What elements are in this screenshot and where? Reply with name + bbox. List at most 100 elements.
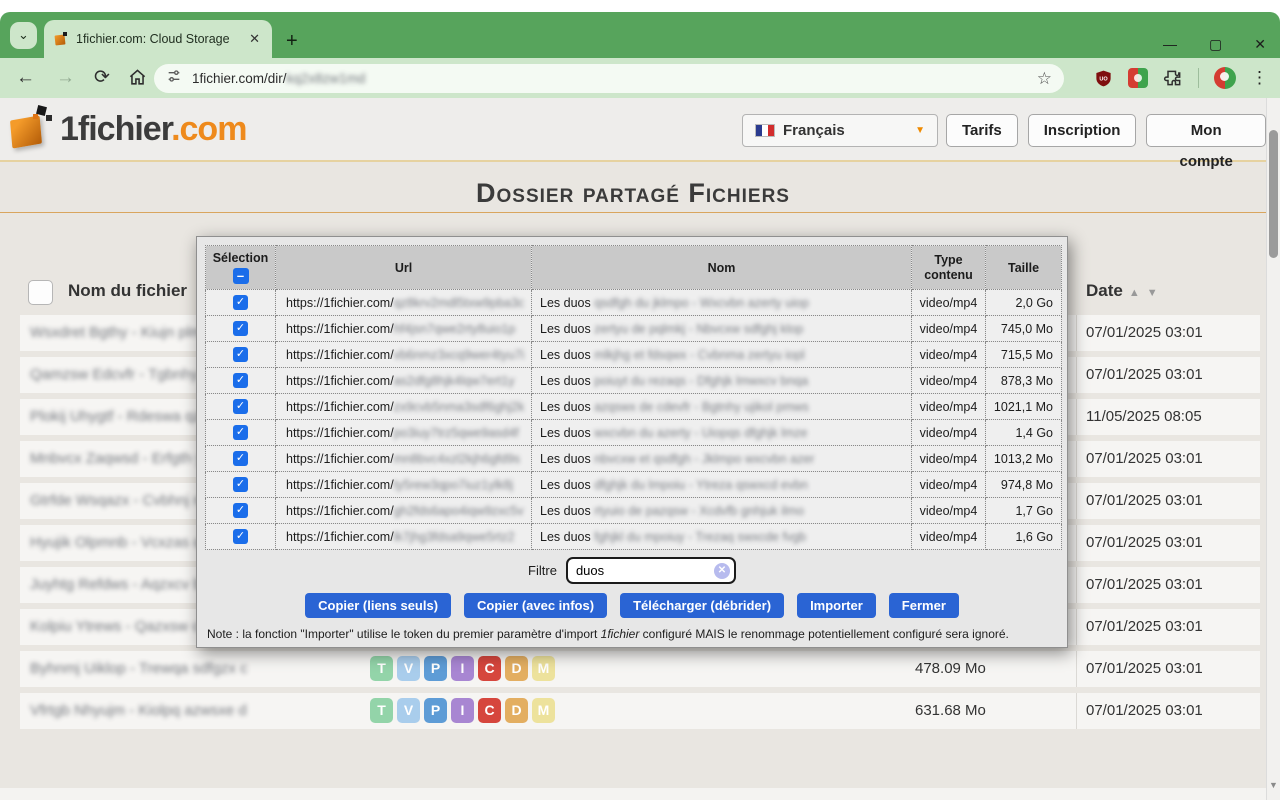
file-badges: TVPICDM [370, 698, 555, 723]
row-url: https://1fichier.com/mn8bvc4xzl2kjh6gfd9… [276, 446, 532, 472]
badge-p-icon[interactable]: P [424, 656, 447, 681]
minimize-button[interactable]: — [1163, 36, 1177, 53]
row-checkbox-checked[interactable]: ✓ [233, 321, 248, 336]
badge-t-icon[interactable]: T [370, 698, 393, 723]
copy-links-only-button[interactable]: Copier (liens seuls) [305, 593, 451, 618]
profile-avatar[interactable] [1214, 67, 1236, 89]
badge-d-icon[interactable]: D [505, 698, 528, 723]
row-content-type: video/mp4 [912, 524, 986, 550]
badge-m-icon[interactable]: M [532, 656, 555, 681]
row-checkbox-checked[interactable]: ✓ [233, 347, 248, 362]
select-all-checkbox[interactable] [28, 280, 53, 305]
language-selector[interactable]: Français ▼ [742, 114, 938, 147]
row-checkbox-checked[interactable]: ✓ [233, 477, 248, 492]
tab-search-chevron-icon[interactable]: ⌄ [10, 22, 37, 49]
badge-t-icon[interactable]: T [370, 656, 393, 681]
modal-table-row: ✓ https://1fichier.com/ty5rew3qpo7iuz1yl… [206, 472, 1062, 498]
row-size: 1,4 Go [986, 420, 1062, 446]
site-favicon-icon [54, 32, 68, 46]
bookmark-star-icon[interactable]: ☆ [1037, 69, 1052, 89]
select-all-indeterminate-checkbox[interactable]: – [233, 268, 249, 284]
type-column-header: Type contenu [912, 246, 986, 290]
header-nav: Tarifs Inscription Mon compte [946, 114, 1266, 147]
new-tab-button[interactable]: + [286, 30, 298, 53]
taille-column-header: Taille [986, 246, 1062, 290]
row-checkbox-checked[interactable]: ✓ [233, 503, 248, 518]
url-bar[interactable]: 1fichier.com/dir/kq2x8zw1md ☆ [154, 64, 1064, 93]
scrollbar-down-icon[interactable]: ▼ [1269, 780, 1278, 790]
home-icon[interactable] [128, 68, 147, 94]
mon-compte-button[interactable]: Mon compte [1146, 114, 1266, 147]
close-button[interactable]: ✕ [1254, 36, 1266, 53]
menu-dots-icon[interactable]: ⋮ [1251, 68, 1268, 88]
row-content-type: video/mp4 [912, 498, 986, 524]
file-row[interactable]: Vfrtgb Nhyujm - Kiolpq azwsxe d TVPICDM … [20, 693, 1260, 729]
row-checkbox-checked[interactable]: ✓ [233, 529, 248, 544]
modal-table-row: ✓ https://1fichier.com/vb6nmz3xcq9wer4ty… [206, 342, 1062, 368]
badge-p-icon[interactable]: P [424, 698, 447, 723]
filter-label: Filtre [528, 563, 557, 578]
row-checkbox-checked[interactable]: ✓ [233, 399, 248, 414]
tab-close-icon[interactable]: ✕ [247, 31, 262, 47]
filter-row: Filtre ✕ [197, 557, 1067, 584]
brand-tld: .com [171, 110, 246, 148]
badge-v-icon[interactable]: V [397, 698, 420, 723]
logo-cube-icon [8, 104, 54, 154]
file-date: 07/01/2025 03:01 [1086, 534, 1203, 551]
filter-input[interactable] [566, 557, 736, 584]
badge-i-icon[interactable]: I [451, 698, 474, 723]
row-checkbox-checked[interactable]: ✓ [233, 425, 248, 440]
clear-filter-icon[interactable]: ✕ [714, 563, 730, 579]
scrollbar-thumb[interactable] [1269, 130, 1278, 258]
tarifs-button[interactable]: Tarifs [946, 114, 1018, 147]
url-redacted: kq2x8zw1md [287, 71, 366, 86]
row-name: Les duos wxcvbn du azerty - Uiopqs dfghj… [532, 420, 912, 446]
row-content-type: video/mp4 [912, 472, 986, 498]
row-checkbox-checked[interactable]: ✓ [233, 451, 248, 466]
row-url: https://1fichier.com/vb6nmz3xcq9wer4tyu7… [276, 342, 532, 368]
inscription-button[interactable]: Inscription [1028, 114, 1137, 147]
modal-table-row: ✓ https://1fichier.com/hf4jsn7qwe2rty8ui… [206, 316, 1062, 342]
import-button[interactable]: Importer [797, 593, 876, 618]
active-tab[interactable]: 1fichier.com: Cloud Storage ✕ [44, 20, 272, 58]
page-scrollbar[interactable]: ▼ [1266, 98, 1280, 800]
close-modal-button[interactable]: Fermer [889, 593, 959, 618]
copy-with-info-button[interactable]: Copier (avec infos) [464, 593, 607, 618]
badge-c-icon[interactable]: C [478, 698, 501, 723]
row-content-type: video/mp4 [912, 446, 986, 472]
back-icon[interactable]: ← [16, 66, 35, 90]
bottom-strip [0, 788, 1280, 800]
forward-icon[interactable]: → [56, 66, 75, 90]
row-name: Les duos mlkjhg et fdsqwx - Cvbnma zerty… [532, 342, 912, 368]
badge-i-icon[interactable]: I [451, 656, 474, 681]
badge-v-icon[interactable]: V [397, 656, 420, 681]
selection-column-header: Sélection– [206, 246, 276, 290]
site-logo[interactable]: 1fichier.com [8, 104, 246, 154]
file-name-redacted: Byhnmj Uiklop - Trewqa sdfgzx c [30, 660, 248, 677]
extension-face-icon[interactable] [1128, 68, 1148, 88]
sort-arrows-icon[interactable]: ▲ ▼ [1129, 287, 1160, 299]
badge-m-icon[interactable]: M [532, 698, 555, 723]
row-url: https://1fichier.com/hf4jsn7qwe2rty8uio1… [276, 316, 532, 342]
name-column-header: Nom du fichier [68, 281, 187, 301]
row-checkbox-checked[interactable]: ✓ [233, 295, 248, 310]
shared-links-modal: Sélection– Url Nom Type contenu Taille ✓… [196, 236, 1068, 648]
row-content-type: video/mp4 [912, 368, 986, 394]
ublock-shield-icon[interactable]: UO [1094, 69, 1113, 88]
site-settings-icon[interactable] [166, 68, 182, 89]
date-column-header[interactable]: Date▲ ▼ [1086, 281, 1160, 301]
nom-column-header: Nom [532, 246, 912, 290]
download-debrid-button[interactable]: Télécharger (débrider) [620, 593, 784, 618]
badge-d-icon[interactable]: D [505, 656, 528, 681]
reload-icon[interactable]: ⟳ [94, 66, 110, 90]
extensions-puzzle-icon[interactable] [1163, 68, 1183, 88]
file-date: 07/01/2025 03:01 [1086, 492, 1203, 509]
url-text: 1fichier.com/dir/kq2x8zw1md [192, 71, 365, 86]
badge-c-icon[interactable]: C [478, 656, 501, 681]
row-url: https://1fichier.com/zx9cvb5nma3sdf6ghj2… [276, 394, 532, 420]
file-date: 07/01/2025 03:01 [1086, 576, 1203, 593]
maximize-button[interactable]: ▢ [1209, 36, 1222, 53]
file-row[interactable]: Byhnmj Uiklop - Trewqa sdfgzx c TVPICDM … [20, 651, 1260, 687]
french-flag-icon [755, 124, 775, 137]
row-checkbox-checked[interactable]: ✓ [233, 373, 248, 388]
